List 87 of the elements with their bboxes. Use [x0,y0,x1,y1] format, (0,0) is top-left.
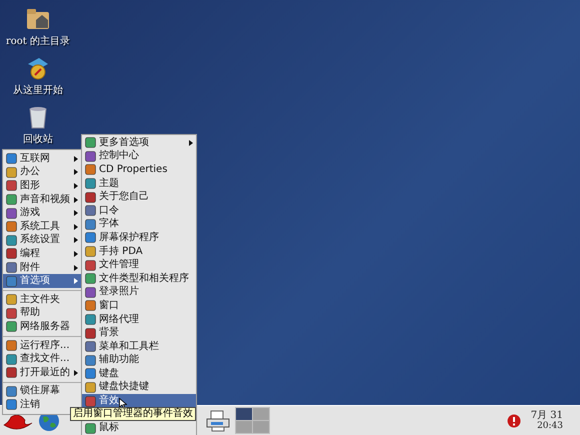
menu-item[interactable]: 控制中心 [82,150,196,164]
app-icon [85,422,96,434]
app-icon [85,137,96,148]
app-icon [85,368,96,380]
menu-item[interactable]: 文件管理 [82,258,196,272]
app-icon [6,166,17,178]
app-icon [6,386,17,397]
app-icon [85,178,96,190]
cursor-icon [119,398,127,409]
menu-item[interactable]: CD Properties [82,163,196,177]
app-icon [6,354,17,365]
menu-item[interactable]: 锁住屏幕 [3,384,81,398]
menu-item[interactable]: 背景 [82,326,196,340]
menu-item[interactable]: 网络代理 [82,312,196,326]
app-icon [6,180,17,192]
app-icon [6,194,17,206]
app-icon [85,396,96,407]
menu-item[interactable]: 网络服务器 [3,320,81,334]
app-icon [85,205,96,216]
tooltip: 启用窗口管理器的事件音效 [70,407,196,421]
app-icon [85,164,96,176]
menu-item[interactable]: 首选项 [3,274,81,288]
menu-item[interactable]: 菜单和工具栏 [82,340,196,354]
app-icon [6,276,17,287]
app-icon [6,294,17,306]
app-icon [85,232,96,244]
menu-item[interactable]: 声音和视频 [3,192,81,206]
menu-item[interactable]: 登录照片 [82,286,196,300]
app-icon [6,340,17,352]
menu-item[interactable]: 编程 [3,247,81,261]
menu-item[interactable]: 系统工具 [3,220,81,234]
app-icon [6,221,17,232]
menu-item[interactable]: 窗口 [82,299,196,313]
menu-item[interactable]: 字体 [82,218,196,232]
menu-item[interactable]: 附件 [3,260,81,274]
app-icon [6,234,17,246]
app-icon [6,208,17,219]
alert-icon[interactable] [506,414,521,428]
app-icon [85,218,96,230]
menu-item[interactable]: 口令 [82,204,196,218]
menu-item[interactable]: 打开最近的 [3,366,81,380]
menu-item[interactable]: 帮助 [3,306,81,320]
icon-label: 从这里开始 [13,84,63,98]
menu-item[interactable]: 运行程序... [3,338,81,352]
app-icon [85,354,96,366]
menu-item[interactable]: 关于您自己 [82,190,196,204]
app-icon [85,286,96,298]
app-icon [6,399,17,410]
app-icon [6,248,17,260]
clock-time: 20:43 [537,420,563,430]
menu-item[interactable]: 手持 PDA [82,244,196,258]
menu-item[interactable]: 文件类型和相关程序 [82,272,196,286]
folder-icon[interactable] [25,6,51,32]
app-icon [85,273,96,284]
app-icon [6,308,17,319]
menu-item[interactable]: 系统设置 [3,234,81,248]
app-icon [6,262,17,274]
app-icon [6,367,17,378]
menu-item[interactable]: 互联网 [3,152,81,166]
menu-item[interactable]: 主题 [82,176,196,190]
app-icon [85,341,96,352]
icon-label: root 的主目录 [6,34,70,49]
menu-item[interactable]: 游戏 [3,206,81,220]
app-icon [6,321,17,332]
menu-item[interactable]: 音效 [82,394,196,408]
app-icon [85,314,96,326]
app-icon [6,153,17,164]
app-icon [85,260,96,271]
app-icon [85,300,96,312]
menu-item[interactable]: 鼠标 [82,421,196,435]
app-icon [85,150,96,162]
app-icon [85,246,96,258]
menu-item[interactable]: 查找文件... [3,352,81,366]
menu-item[interactable]: 办公 [3,166,81,180]
printer-icon[interactable] [205,408,231,432]
app-icon [85,192,96,203]
app-icon [85,328,96,339]
menu-item[interactable]: 主文件夹 [3,292,81,307]
icon-label: 回收站 [23,132,53,147]
menu-item[interactable]: 图形 [3,179,81,193]
menu-item[interactable]: 辅助功能 [82,354,196,368]
menu-item[interactable]: 更多首选项 [82,136,196,150]
clock-date: 7月 31 [530,410,563,420]
menu-item[interactable]: 键盘快捷键 [82,380,196,394]
app-icon [85,382,96,393]
menu-item[interactable]: 屏幕保护程序 [82,231,196,245]
menu-item[interactable]: 键盘 [82,367,196,381]
